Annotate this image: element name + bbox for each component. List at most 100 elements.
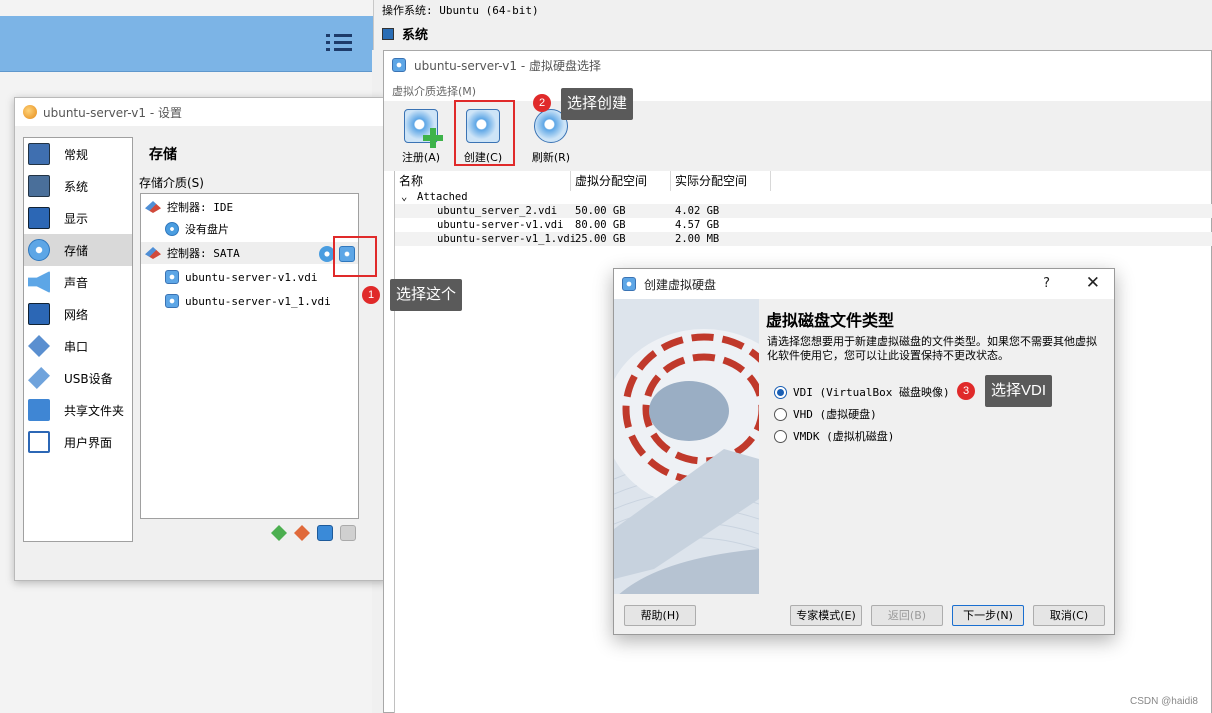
settings-title: ubuntu-server-v1 - 设置 (43, 105, 182, 120)
sidebar-item-serial[interactable]: 串口 (24, 330, 132, 362)
callout-1: 选择这个 (390, 279, 463, 311)
sidebar-item-label: 存储 (64, 243, 89, 258)
table-row[interactable]: ubuntu-server-v1_1.vdi 25.00 GB 2.00 MB (395, 232, 1212, 246)
cell-name: ubuntu-server-v1.vdi (437, 219, 564, 231)
display-icon (28, 207, 50, 229)
sidebar-item-label: 显示 (64, 211, 89, 226)
general-icon (28, 143, 50, 165)
hard-disk-icon (165, 294, 179, 308)
add-attachment-icon[interactable] (317, 525, 333, 541)
cancel-button[interactable]: 取消(C) (1033, 605, 1105, 626)
sidebar-item-label: 常规 (64, 147, 89, 162)
selector-titlebar[interactable]: ubuntu-server-v1 - 虚拟硬盘选择 (384, 51, 1211, 79)
back-button: 返回(B) (871, 605, 943, 626)
sidebar-item-label: 网络 (64, 307, 89, 322)
dialog-description: 请选择您想要用于新建虚拟磁盘的文件类型。如果您不需要其他虚拟化软件使用它，您可以… (767, 335, 1097, 362)
details-panel: 操作系统: Ubuntu (64-bit) 系统 (373, 0, 1212, 50)
create-disk-dialog: 创建虚拟硬盘 ? ✕ 虚拟磁盘文件类型 请选择您想要用于新建虚拟磁盘的文件类型。… (613, 268, 1115, 635)
radio-vhd[interactable]: VHD (虚拟硬盘) (774, 406, 877, 422)
settings-window: ubuntu-server-v1 - 设置 常规 系统 显示 存储 声音 网络 … (14, 97, 387, 581)
sidebar-item-audio[interactable]: 声音 (24, 266, 132, 298)
cell-virtual: 25.00 GB (575, 233, 626, 245)
sidebar-item-network[interactable]: 网络 (24, 298, 132, 330)
highlight-add-disk (333, 236, 377, 277)
audio-icon (28, 271, 50, 293)
tree-disk-2[interactable]: ubuntu-server-v1_1.vdi (165, 290, 331, 312)
column-header-actual-size[interactable]: 实际分配空间 (671, 171, 771, 191)
sidebar-item-system[interactable]: 系统 (24, 170, 132, 202)
network-icon (28, 303, 50, 325)
serial-port-icon (28, 335, 50, 357)
add-controller-icon[interactable] (271, 525, 287, 541)
radio-label: VHD (虚拟硬盘) (793, 408, 877, 421)
shared-folder-icon (28, 399, 50, 421)
dialog-titlebar[interactable]: 创建虚拟硬盘 ? ✕ (614, 269, 1114, 299)
cell-actual: 2.00 MB (675, 233, 720, 245)
system-section-header: 系统 (382, 24, 428, 43)
cell-virtual: 50.00 GB (575, 205, 626, 217)
storage-icon (28, 239, 50, 261)
radio-vdi[interactable]: VDI (VirtualBox 磁盘映像) (774, 384, 950, 400)
group-label: Attached (417, 191, 468, 203)
storage-media-label: 存储介质(S) (139, 176, 204, 190)
callout-3: 选择VDI (985, 375, 1053, 407)
help-button[interactable]: 帮助(H) (624, 605, 696, 626)
tree-ide-controller[interactable]: 控制器: IDE (145, 196, 233, 218)
close-icon[interactable]: ✕ (1086, 273, 1100, 293)
sidebar-item-general[interactable]: 常规 (24, 138, 132, 170)
list-menu-icon[interactable] (326, 32, 352, 54)
add-button[interactable]: 注册(A) (394, 109, 448, 165)
watermark: CSDN @haidi8 (1130, 696, 1198, 707)
radio-selected-icon (774, 385, 787, 399)
refresh-button-label: 刷新(R) (531, 151, 571, 164)
hard-disk-icon (165, 270, 179, 284)
column-header-virtual-size[interactable]: 虚拟分配空间 (571, 171, 671, 191)
controller-icon (145, 247, 161, 259)
add-button-label: 注册(A) (401, 151, 441, 164)
table-row[interactable]: ubuntu-server-v1.vdi 80.00 GB 4.57 GB (395, 218, 1212, 232)
radio-label: VMDK (虚拟机磁盘) (793, 430, 895, 443)
sidebar-item-shared-folders[interactable]: 共享文件夹 (24, 394, 132, 426)
radio-vmdk[interactable]: VMDK (虚拟机磁盘) (774, 428, 894, 444)
manager-toolbar (0, 16, 380, 72)
step-badge-1: 1 (362, 286, 380, 304)
sidebar-item-display[interactable]: 显示 (24, 202, 132, 234)
tree-disk-1[interactable]: ubuntu-server-v1.vdi (165, 266, 317, 288)
media-menu-label: 虚拟介质选择(M) (392, 85, 477, 98)
hard-disk-icon (392, 58, 406, 72)
step-badge-3: 3 (957, 382, 975, 400)
remove-controller-icon[interactable] (294, 525, 310, 541)
sidebar-item-label: 用户界面 (64, 435, 113, 450)
sidebar-item-user-interface[interactable]: 用户界面 (24, 426, 132, 458)
dialog-title: 创建虚拟硬盘 (644, 277, 717, 292)
tree-label: 控制器: IDE (167, 201, 234, 214)
system-icon (382, 27, 394, 40)
chevron-down-icon: ⌄ (401, 191, 408, 203)
sidebar-item-usb[interactable]: USB设备 (24, 362, 132, 394)
settings-titlebar[interactable]: ubuntu-server-v1 - 设置 (15, 98, 386, 126)
system-header-label: 系统 (402, 28, 429, 43)
column-header-name[interactable]: 名称 (395, 171, 571, 191)
help-icon[interactable]: ? (1043, 276, 1050, 291)
tree-label: ubuntu-server-v1.vdi (185, 270, 318, 284)
sidebar-item-label: 系统 (64, 179, 89, 194)
table-row[interactable]: ubuntu_server_2.vdi 50.00 GB 4.02 GB (395, 204, 1212, 218)
sidebar-item-storage[interactable]: 存储 (24, 234, 132, 266)
cell-actual: 4.57 GB (675, 219, 720, 231)
cell-name: ubuntu_server_2.vdi (437, 205, 558, 217)
tree-empty-drive[interactable]: 没有盘片 (165, 218, 229, 240)
group-row-attached[interactable]: ⌄ Attached (395, 190, 1212, 204)
sidebar-item-label: 声音 (64, 275, 89, 290)
tree-label: 没有盘片 (185, 223, 229, 236)
expert-mode-button[interactable]: 专家模式(E) (790, 605, 862, 626)
next-button[interactable]: 下一步(N) (952, 605, 1024, 626)
sidebar-item-label: 串口 (64, 339, 89, 354)
selector-title: ubuntu-server-v1 - 虚拟硬盘选择 (414, 58, 601, 73)
sidebar-item-label: 共享文件夹 (64, 403, 125, 418)
radio-label: VDI (VirtualBox 磁盘映像) (793, 386, 950, 399)
usb-icon (28, 367, 50, 389)
system-icon (28, 175, 50, 197)
cell-name: ubuntu-server-v1_1.vdi (437, 233, 577, 245)
virtualbox-icon (23, 105, 37, 119)
callout-2: 选择创建 (561, 88, 634, 120)
